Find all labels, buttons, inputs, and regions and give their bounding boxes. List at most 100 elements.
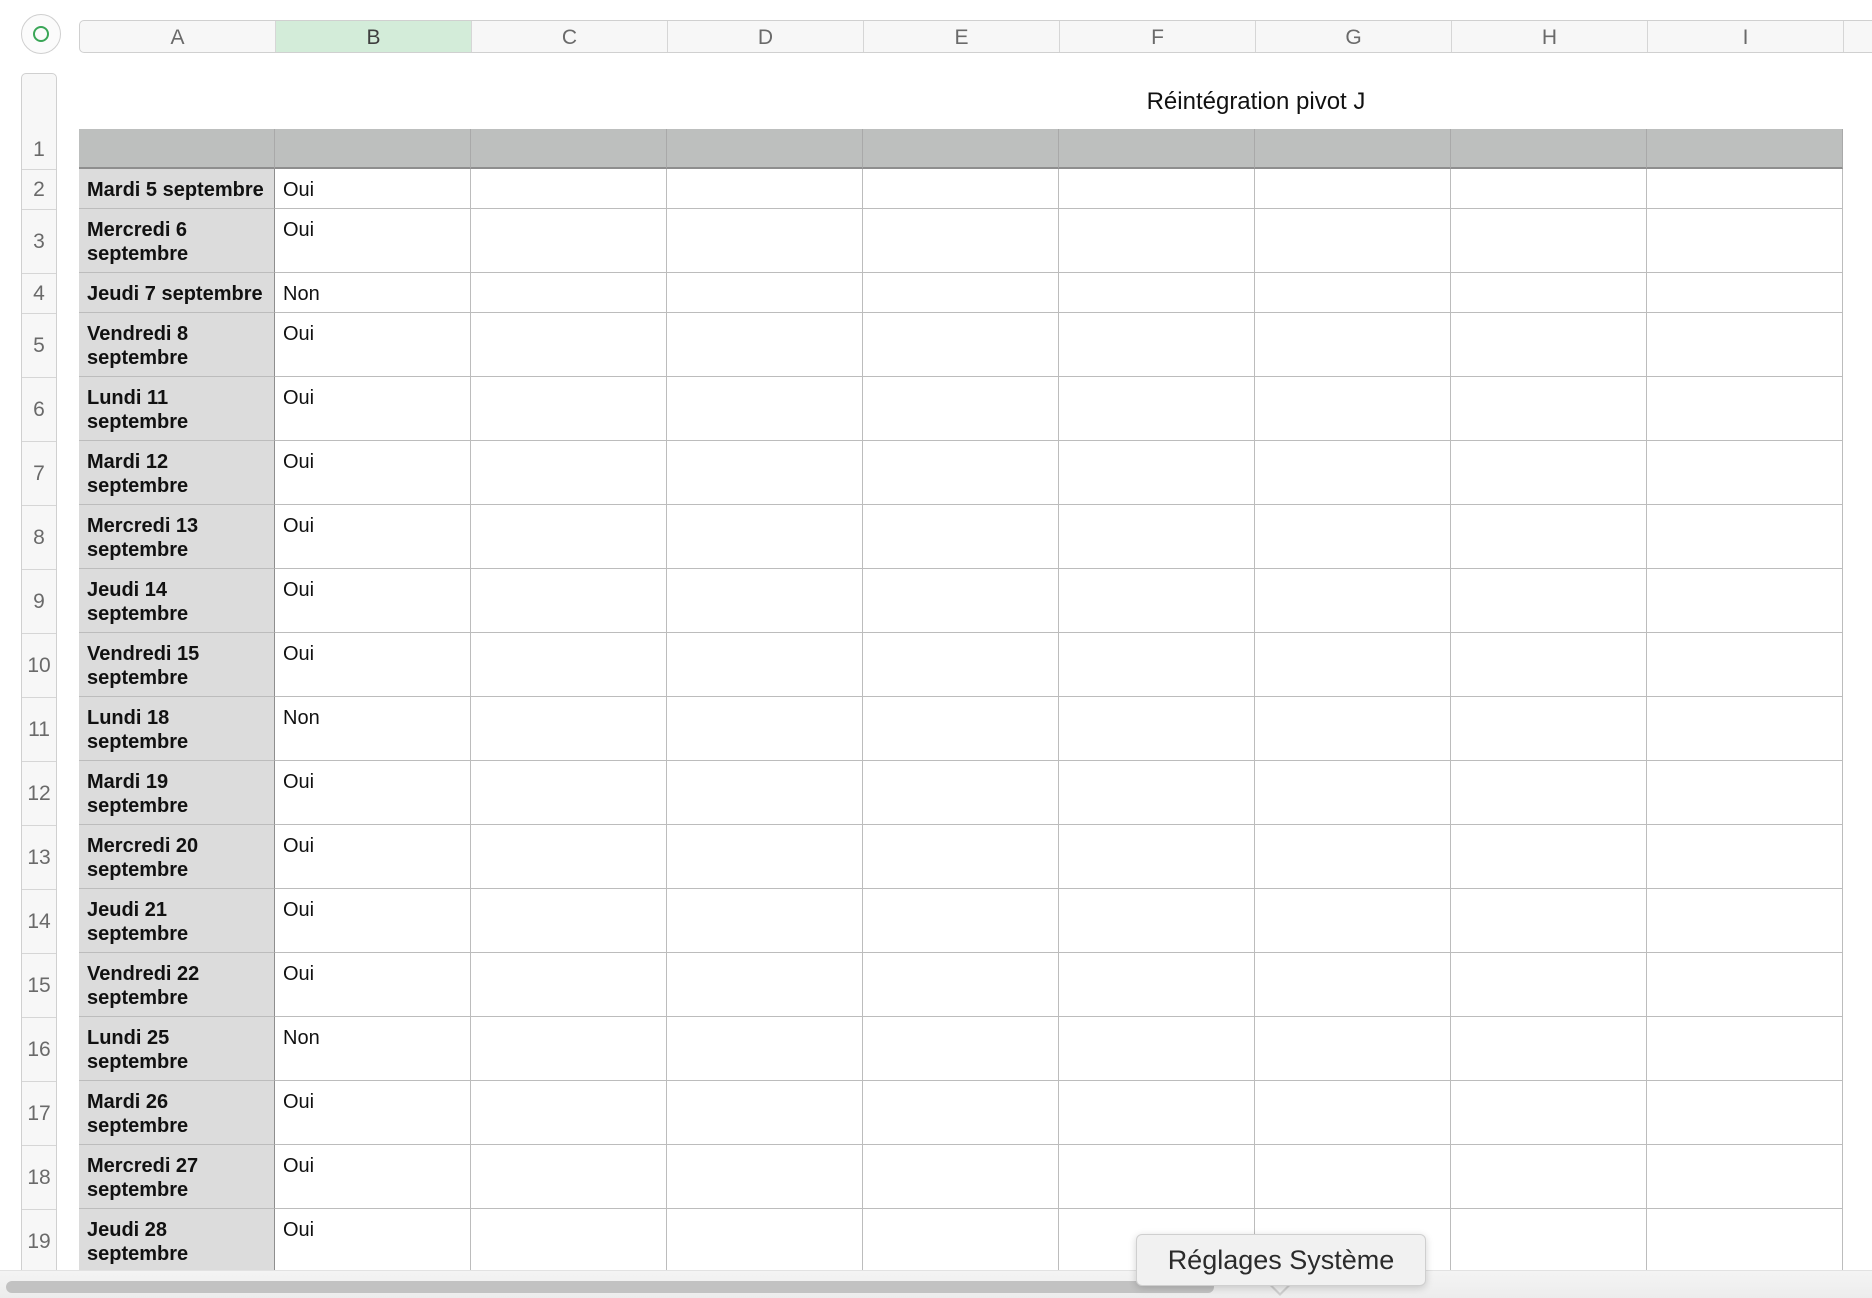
- cell-d1[interactable]: [667, 129, 863, 169]
- row-header-12[interactable]: 12: [22, 762, 56, 826]
- cell-f4[interactable]: [1059, 273, 1255, 313]
- cell-i4[interactable]: [1647, 273, 1843, 313]
- cell-f11[interactable]: [1059, 697, 1255, 761]
- row-header-3[interactable]: 3: [22, 210, 56, 274]
- cell-b9[interactable]: Oui: [275, 569, 471, 633]
- cell-a9[interactable]: Jeudi 14 septembre: [79, 569, 275, 633]
- cell-d5[interactable]: [667, 313, 863, 377]
- cell-g18[interactable]: [1255, 1145, 1451, 1209]
- cell-c16[interactable]: [471, 1017, 667, 1081]
- cell-d17[interactable]: [667, 1081, 863, 1145]
- row-header-6[interactable]: 6: [22, 378, 56, 442]
- cell-f3[interactable]: [1059, 209, 1255, 273]
- cell-a7[interactable]: Mardi 12 septembre: [79, 441, 275, 505]
- cell-c15[interactable]: [471, 953, 667, 1017]
- cell-c6[interactable]: [471, 377, 667, 441]
- cell-e16[interactable]: [863, 1017, 1059, 1081]
- cell-d7[interactable]: [667, 441, 863, 505]
- cell-d4[interactable]: [667, 273, 863, 313]
- cell-a2[interactable]: Mardi 5 septembre: [79, 169, 275, 209]
- row-header-4[interactable]: 4: [22, 274, 56, 314]
- cell-b3[interactable]: Oui: [275, 209, 471, 273]
- cell-e4[interactable]: [863, 273, 1059, 313]
- cell-c4[interactable]: [471, 273, 667, 313]
- row-header-13[interactable]: 13: [22, 826, 56, 890]
- cell-c2[interactable]: [471, 169, 667, 209]
- cell-b11[interactable]: Non: [275, 697, 471, 761]
- cell-d16[interactable]: [667, 1017, 863, 1081]
- cell-f14[interactable]: [1059, 889, 1255, 953]
- column-header-a[interactable]: A: [80, 21, 276, 52]
- cell-h10[interactable]: [1451, 633, 1647, 697]
- row-header-1[interactable]: 1: [22, 130, 56, 170]
- cell-a8[interactable]: Mercredi 13 septembre: [79, 505, 275, 569]
- row-header-19[interactable]: 19: [22, 1210, 56, 1274]
- cell-e14[interactable]: [863, 889, 1059, 953]
- cell-a10[interactable]: Vendredi 15 septembre: [79, 633, 275, 697]
- row-header-15[interactable]: 15: [22, 954, 56, 1018]
- cell-c8[interactable]: [471, 505, 667, 569]
- cell-g17[interactable]: [1255, 1081, 1451, 1145]
- cell-a4[interactable]: Jeudi 7 septembre: [79, 273, 275, 313]
- cell-b1[interactable]: [275, 129, 471, 169]
- cell-d15[interactable]: [667, 953, 863, 1017]
- cell-g5[interactable]: [1255, 313, 1451, 377]
- cell-a12[interactable]: Mardi 19 septembre: [79, 761, 275, 825]
- cell-b12[interactable]: Oui: [275, 761, 471, 825]
- cell-c13[interactable]: [471, 825, 667, 889]
- cell-b14[interactable]: Oui: [275, 889, 471, 953]
- cell-b16[interactable]: Non: [275, 1017, 471, 1081]
- cell-b8[interactable]: Oui: [275, 505, 471, 569]
- cell-b13[interactable]: Oui: [275, 825, 471, 889]
- cell-i11[interactable]: [1647, 697, 1843, 761]
- cell-b15[interactable]: Oui: [275, 953, 471, 1017]
- cell-d8[interactable]: [667, 505, 863, 569]
- cell-d11[interactable]: [667, 697, 863, 761]
- cell-f1[interactable]: [1059, 129, 1255, 169]
- cell-h3[interactable]: [1451, 209, 1647, 273]
- cell-e15[interactable]: [863, 953, 1059, 1017]
- cell-a1[interactable]: [79, 129, 275, 169]
- column-header-b[interactable]: B: [276, 21, 472, 52]
- cell-e2[interactable]: [863, 169, 1059, 209]
- cell-a16[interactable]: Lundi 25 septembre: [79, 1017, 275, 1081]
- cell-h2[interactable]: [1451, 169, 1647, 209]
- cell-e6[interactable]: [863, 377, 1059, 441]
- cell-d18[interactable]: [667, 1145, 863, 1209]
- cell-f10[interactable]: [1059, 633, 1255, 697]
- cell-a18[interactable]: Mercredi 27 septembre: [79, 1145, 275, 1209]
- cell-d9[interactable]: [667, 569, 863, 633]
- cell-i13[interactable]: [1647, 825, 1843, 889]
- cell-i7[interactable]: [1647, 441, 1843, 505]
- column-header-f[interactable]: F: [1060, 21, 1256, 52]
- cell-e3[interactable]: [863, 209, 1059, 273]
- cell-i5[interactable]: [1647, 313, 1843, 377]
- cell-d14[interactable]: [667, 889, 863, 953]
- cell-e11[interactable]: [863, 697, 1059, 761]
- cell-h7[interactable]: [1451, 441, 1647, 505]
- cell-e18[interactable]: [863, 1145, 1059, 1209]
- cell-i12[interactable]: [1647, 761, 1843, 825]
- cell-e5[interactable]: [863, 313, 1059, 377]
- cell-g7[interactable]: [1255, 441, 1451, 505]
- cell-i2[interactable]: [1647, 169, 1843, 209]
- cell-c7[interactable]: [471, 441, 667, 505]
- cell-i16[interactable]: [1647, 1017, 1843, 1081]
- cell-a14[interactable]: Jeudi 21 septembre: [79, 889, 275, 953]
- cell-g13[interactable]: [1255, 825, 1451, 889]
- cell-h18[interactable]: [1451, 1145, 1647, 1209]
- cell-c11[interactable]: [471, 697, 667, 761]
- cell-g2[interactable]: [1255, 169, 1451, 209]
- cell-g9[interactable]: [1255, 569, 1451, 633]
- cell-i14[interactable]: [1647, 889, 1843, 953]
- cell-d12[interactable]: [667, 761, 863, 825]
- table-title[interactable]: Réintégration pivot J: [1056, 88, 1456, 116]
- select-all-button[interactable]: [21, 14, 61, 54]
- cell-h19[interactable]: [1451, 1209, 1647, 1273]
- cell-h16[interactable]: [1451, 1017, 1647, 1081]
- cell-g4[interactable]: [1255, 273, 1451, 313]
- cell-i10[interactable]: [1647, 633, 1843, 697]
- cell-h9[interactable]: [1451, 569, 1647, 633]
- row-header-17[interactable]: 17: [22, 1082, 56, 1146]
- cell-b5[interactable]: Oui: [275, 313, 471, 377]
